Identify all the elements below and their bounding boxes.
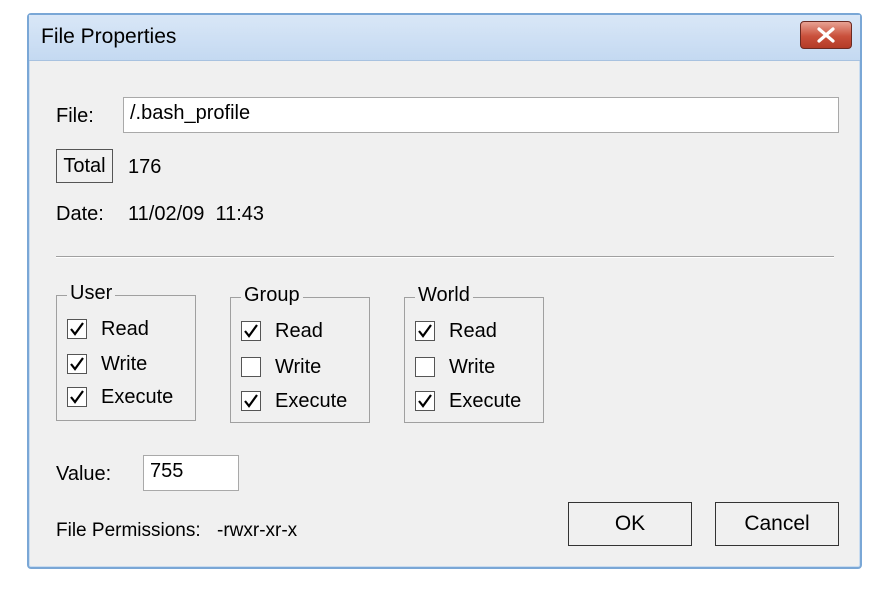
total-button[interactable]: Total [56, 149, 113, 183]
checkbox-box[interactable] [67, 354, 87, 374]
checkbox-box[interactable] [415, 357, 435, 377]
checkbox-label: Execute [449, 389, 522, 412]
check-mark-icon [418, 324, 432, 338]
total-value: 176 [128, 156, 162, 178]
checkbox-label: Write [275, 355, 322, 378]
divider [56, 256, 834, 258]
file-permissions-value: -rwxr-xr-x [217, 520, 298, 541]
world-write-checkbox[interactable]: Write [415, 354, 495, 380]
check-mark-icon [70, 322, 84, 336]
file-path-field[interactable]: /.bash_profile [123, 97, 839, 133]
check-mark-icon [70, 357, 84, 371]
date-value: 11/02/09 11:43 [128, 203, 265, 225]
checkbox-label: Execute [275, 389, 348, 412]
cancel-button[interactable]: Cancel [715, 502, 839, 546]
checkbox-label: Read [449, 319, 497, 342]
checkbox-box[interactable] [415, 391, 435, 411]
checkbox-label: Write [101, 352, 148, 375]
ok-button[interactable]: OK [568, 502, 692, 546]
value-field[interactable]: 755 [143, 455, 239, 491]
check-mark-icon [244, 324, 258, 338]
checkbox-box[interactable] [415, 321, 435, 341]
checkbox-label: Write [449, 355, 496, 378]
check-mark-icon [244, 394, 258, 408]
check-mark-icon [418, 394, 432, 408]
checkbox-label: Read [101, 317, 149, 340]
checkbox-box[interactable] [67, 387, 87, 407]
window-title: File Properties [41, 25, 177, 48]
group-title-group: Group [241, 284, 303, 307]
file-properties-dialog: File Properties File: /.bash_profile Tot… [27, 13, 862, 569]
title-bar[interactable]: File Properties [29, 15, 860, 61]
group-read-checkbox[interactable]: Read [241, 318, 323, 344]
group-execute-checkbox[interactable]: Execute [241, 388, 347, 414]
group-title-user: User [67, 282, 116, 305]
user-permissions-group: User Read Write Execute [56, 282, 196, 421]
checkbox-box[interactable] [241, 357, 261, 377]
close-icon [817, 27, 835, 43]
world-read-checkbox[interactable]: Read [415, 318, 497, 344]
check-mark-icon [70, 390, 84, 404]
file-label: File: [56, 105, 94, 127]
group-write-checkbox[interactable]: Write [241, 354, 321, 380]
date-label: Date: [56, 203, 104, 225]
checkbox-label: Read [275, 319, 323, 342]
user-read-checkbox[interactable]: Read [67, 316, 149, 342]
checkbox-box[interactable] [67, 319, 87, 339]
file-permissions-label: File Permissions: [56, 520, 201, 541]
world-permissions-group: World Read Write Execute [404, 284, 544, 423]
checkbox-box[interactable] [241, 321, 261, 341]
checkbox-box[interactable] [241, 391, 261, 411]
group-permissions-group: Group Read Write Execute [230, 284, 370, 423]
user-write-checkbox[interactable]: Write [67, 351, 147, 377]
checkbox-label: Execute [101, 385, 174, 408]
user-execute-checkbox[interactable]: Execute [67, 384, 173, 410]
world-execute-checkbox[interactable]: Execute [415, 388, 521, 414]
value-label: Value: [56, 463, 112, 485]
group-title-world: World [415, 284, 473, 307]
close-button[interactable] [800, 21, 852, 49]
